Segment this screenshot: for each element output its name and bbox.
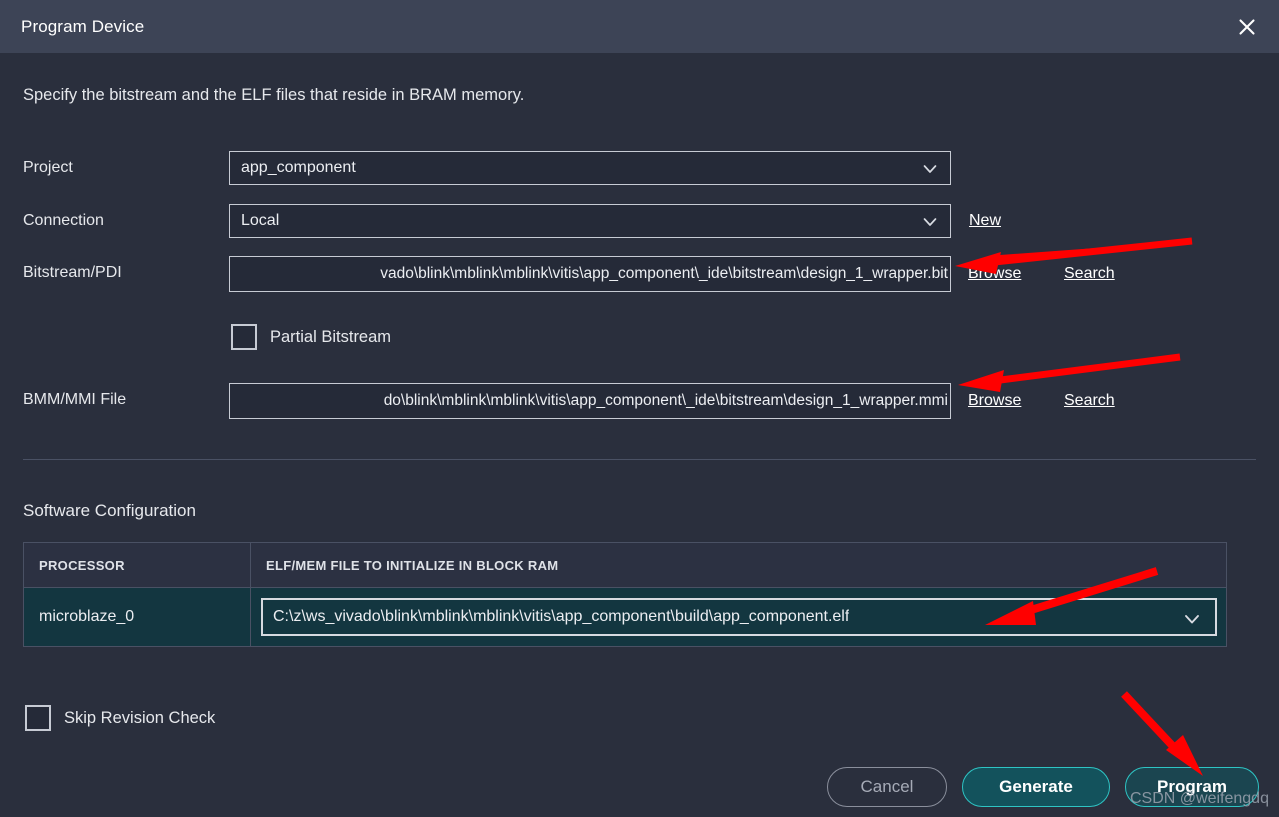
connection-row: Connection Local New (0, 204, 1279, 238)
elf-file-select[interactable]: C:\z\ws_vivado\blink\mblink\mblink\vitis… (261, 598, 1217, 636)
partial-bitstream-label: Partial Bitstream (270, 327, 392, 346)
bmm-mmi-row: BMM/MMI File do\blink\mblink\mblink\viti… (0, 383, 1279, 419)
elf-file-value: C:\z\ws_vivado\blink\mblink\mblink\vitis… (273, 608, 850, 625)
bmm-mmi-search-link[interactable]: Search (1064, 392, 1115, 410)
close-icon[interactable] (1231, 11, 1263, 43)
bitstream-row: Bitstream/PDI vado\blink\mblink\mblink\v… (0, 256, 1279, 292)
project-value: app_component (241, 159, 356, 176)
generate-button[interactable]: Generate (962, 767, 1110, 807)
bmm-mmi-label: BMM/MMI File (23, 391, 127, 408)
bitstream-label: Bitstream/PDI (23, 264, 122, 281)
skip-revision-check-checkbox[interactable]: Skip Revision Check (25, 705, 215, 731)
partial-bitstream-checkbox[interactable]: Partial Bitstream (231, 324, 391, 350)
project-select[interactable]: app_component (229, 151, 951, 185)
dialog-titlebar: Program Device (0, 0, 1279, 53)
checkbox-box-icon (231, 324, 257, 350)
bmm-mmi-input[interactable]: do\blink\mblink\mblink\vitis\app_compone… (229, 383, 951, 419)
bitstream-search-link[interactable]: Search (1064, 265, 1115, 283)
cell-elf-file: C:\z\ws_vivado\blink\mblink\mblink\vitis… (251, 588, 1226, 646)
software-configuration-title: Software Configuration (23, 501, 196, 520)
new-connection-link[interactable]: New (969, 212, 1001, 230)
column-header-elf-file: ELF/MEM FILE TO INITIALIZE IN BLOCK RAM (266, 557, 559, 573)
dialog-description: Specify the bitstream and the ELF files … (23, 86, 525, 104)
project-row: Project app_component (0, 151, 1279, 185)
chevron-down-icon (922, 214, 938, 230)
program-button[interactable]: Program (1125, 767, 1259, 807)
bitstream-value: vado\blink\mblink\mblink\vitis\app_compo… (380, 265, 948, 282)
chevron-down-icon (1183, 610, 1201, 628)
dialog-title: Program Device (21, 16, 145, 36)
connection-value: Local (241, 212, 280, 229)
cell-processor: microblaze_0 (24, 588, 251, 646)
skip-revision-check-label: Skip Revision Check (64, 708, 216, 727)
chevron-down-icon (922, 161, 938, 177)
bitstream-input[interactable]: vado\blink\mblink\mblink\vitis\app_compo… (229, 256, 951, 292)
column-header-processor: PROCESSOR (24, 543, 251, 587)
cancel-button[interactable]: Cancel (827, 767, 947, 807)
checkbox-box-icon (25, 705, 51, 731)
bmm-mmi-value: do\blink\mblink\mblink\vitis\app_compone… (383, 392, 948, 409)
connection-select[interactable]: Local (229, 204, 951, 238)
bitstream-browse-link[interactable]: Browse (968, 265, 1021, 283)
section-divider (23, 459, 1256, 460)
bmm-mmi-browse-link[interactable]: Browse (968, 392, 1021, 410)
connection-label: Connection (23, 212, 104, 229)
project-label: Project (23, 159, 73, 176)
software-configuration-table: PROCESSOR ELF/MEM FILE TO INITIALIZE IN … (23, 542, 1227, 647)
dialog-body: Specify the bitstream and the ELF files … (0, 53, 1279, 817)
table-header-row: PROCESSOR ELF/MEM FILE TO INITIALIZE IN … (24, 543, 1226, 588)
table-row[interactable]: microblaze_0 C:\z\ws_vivado\blink\mblink… (24, 588, 1226, 646)
